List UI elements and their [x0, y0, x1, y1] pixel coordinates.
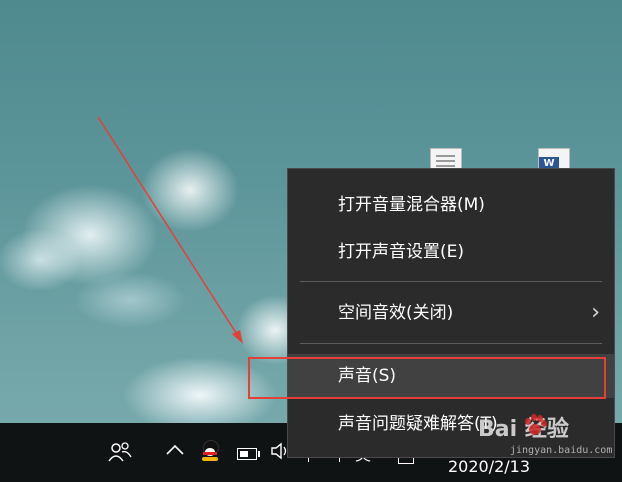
qq-icon[interactable]: [200, 440, 220, 462]
baidu-jingyan-watermark: Bai 经验 jingyan.baidu.com: [478, 405, 618, 463]
menu-item-label: 打开音量混合器(M): [338, 195, 485, 215]
menu-item-spatial-sound[interactable]: 空间音效(关闭) ›: [288, 291, 614, 335]
watermark-url: jingyan.baidu.com: [510, 445, 613, 456]
menu-separator: [300, 343, 602, 344]
annotation-highlight-box: [248, 357, 606, 399]
battery-icon[interactable]: [237, 448, 260, 460]
chevron-up-icon[interactable]: [165, 441, 185, 460]
people-icon[interactable]: [108, 441, 132, 467]
baidu-paw-icon: [524, 414, 547, 436]
menu-item-open-volume-mixer[interactable]: 打开音量混合器(M): [288, 183, 614, 227]
menu-item-open-sound-settings[interactable]: 打开声音设置(E): [288, 230, 614, 274]
menu-separator: [300, 281, 602, 282]
menu-item-label: 打开声音设置(E): [338, 242, 465, 262]
chevron-right-icon: ›: [591, 300, 600, 325]
menu-item-label: 空间音效(关闭): [338, 303, 454, 323]
menu-item-label: 声音问题疑难解答(T): [338, 414, 498, 434]
